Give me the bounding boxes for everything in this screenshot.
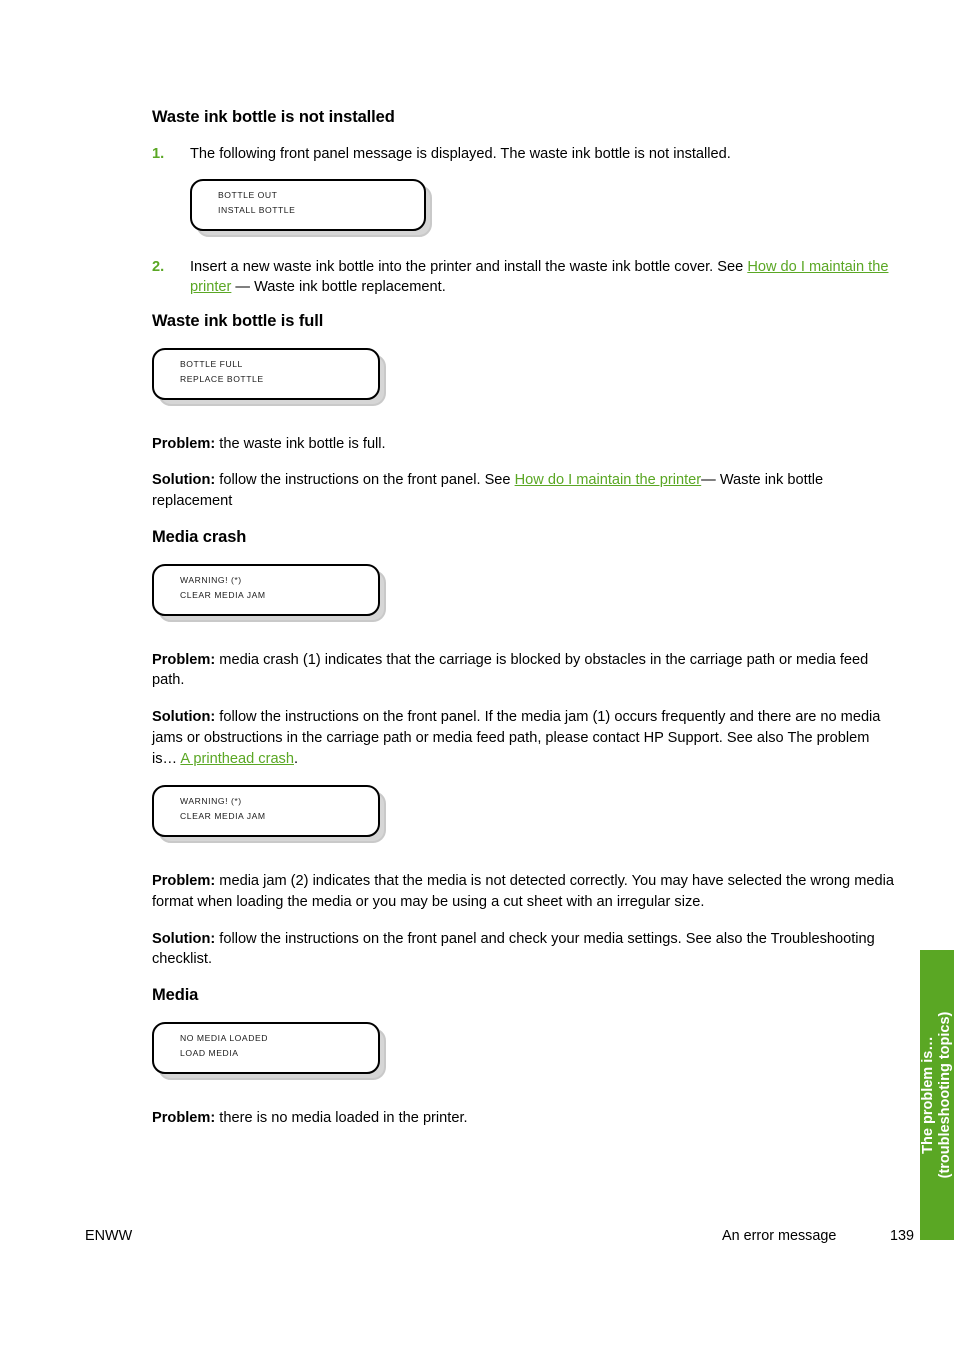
side-tab-line-2: (troubleshooting topics) — [937, 1011, 953, 1179]
problem-text: media jam (2) indicates that the media i… — [152, 873, 894, 911]
front-panel-display-bottle-out: BOTTLE OUT INSTALL BOTTLE — [190, 178, 432, 237]
display-line-1: NO MEDIA LOADED — [180, 1032, 268, 1043]
problem-text: there is no media loaded in the printer. — [215, 1109, 468, 1126]
problem-label: Problem: — [152, 873, 216, 890]
display-line-2: REPLACE BOTTLE — [180, 373, 264, 384]
page-content: Waste ink bottle is not installed 1. The… — [152, 108, 897, 1145]
solution-paragraph: Solution: follow the instructions on the… — [152, 929, 897, 970]
list-item: 1. The following front panel message is … — [152, 144, 897, 165]
section-heading-media: Media — [152, 986, 199, 1005]
front-panel-display-media-jam-1: WARNING! (*) CLEAR MEDIA JAM — [152, 563, 386, 622]
solution-text-prefix: follow the instructions on the front pan… — [152, 930, 875, 968]
side-tab-line-1: The problem is… — [920, 1036, 936, 1154]
link-a-printhead-crash[interactable]: A printhead crash — [180, 751, 294, 767]
solution-label: Solution: — [152, 472, 216, 489]
step-text-prefix: Insert a new waste ink bottle into the p… — [190, 258, 748, 275]
problem-label: Problem: — [152, 435, 216, 452]
problem-paragraph: Problem: there is no media loaded in the… — [152, 1108, 897, 1129]
numbered-step-list: 1. The following front panel message is … — [152, 144, 897, 165]
front-panel-display-media-jam-2: WARNING! (*) CLEAR MEDIA JAM — [152, 785, 386, 844]
problem-paragraph: Problem: media crash (1) indicates that … — [152, 650, 897, 691]
solution-label: Solution: — [152, 709, 216, 726]
chapter-side-tab: The problem is… (troubleshooting topics) — [920, 950, 954, 1240]
solution-paragraph: Solution: follow the instructions on the… — [152, 470, 897, 511]
display-screen: BOTTLE FULL REPLACE BOTTLE — [152, 347, 380, 400]
display-line-1: BOTTLE OUT — [218, 189, 278, 200]
list-item-text: The following front panel message is dis… — [190, 145, 731, 162]
solution-paragraph: Solution: follow the instructions on the… — [152, 707, 897, 769]
problem-paragraph: Problem: the waste ink bottle is full. — [152, 434, 897, 455]
footer-section-title: An error message — [722, 1228, 837, 1244]
display-line-2: CLEAR MEDIA JAM — [180, 589, 266, 600]
display-screen: BOTTLE OUT INSTALL BOTTLE — [190, 178, 426, 231]
problem-paragraph: Problem: media jam (2) indicates that th… — [152, 871, 897, 912]
display-screen: WARNING! (*) CLEAR MEDIA JAM — [152, 785, 380, 838]
display-line-2: INSTALL BOTTLE — [218, 204, 296, 215]
side-tab-text: The problem is… (troubleshooting topics) — [920, 953, 954, 1238]
front-panel-display-no-media: NO MEDIA LOADED LOAD MEDIA — [152, 1021, 386, 1080]
link-how-do-i-maintain-the-printer[interactable]: How do I maintain the printer — [515, 472, 702, 488]
document-page: Waste ink bottle is not installed 1. The… — [0, 0, 954, 1352]
problem-label: Problem: — [152, 1109, 216, 1126]
solution-text-suffix: . — [293, 750, 299, 767]
list-item-text: Insert a new waste ink bottle into the p… — [190, 259, 888, 296]
page-footer: ENWW An error message 139 — [0, 1228, 954, 1252]
page-title: Waste ink bottle is not installed — [152, 108, 395, 126]
display-line-1: BOTTLE FULL — [180, 358, 243, 369]
problem-text: the waste ink bottle is full. — [215, 435, 386, 452]
display-screen: NO MEDIA LOADED LOAD MEDIA — [152, 1021, 380, 1074]
step-text-suffix: — Waste ink bottle replacement. — [231, 279, 446, 296]
problem-text: media crash (1) indicates that the carri… — [152, 651, 869, 689]
display-line-2: CLEAR MEDIA JAM — [180, 811, 266, 822]
problem-label: Problem: — [152, 651, 216, 668]
list-marker: 2. — [152, 258, 165, 275]
section-heading-media-crash: Media crash — [152, 527, 247, 546]
display-line-1: WARNING! (*) — [180, 574, 242, 585]
solution-text-prefix: follow the instructions on the front pan… — [215, 472, 515, 489]
numbered-step-list-2: 2. Insert a new waste ink bottle into th… — [152, 257, 897, 298]
display-line-2: LOAD MEDIA — [180, 1047, 239, 1058]
list-marker: 1. — [152, 145, 165, 162]
footer-locale-code: ENWW — [85, 1228, 133, 1244]
display-line-1: WARNING! (*) — [180, 796, 242, 807]
solution-label: Solution: — [152, 930, 216, 947]
front-panel-display-bottle-full: BOTTLE FULL REPLACE BOTTLE — [152, 347, 386, 406]
list-item: 2. Insert a new waste ink bottle into th… — [152, 257, 897, 298]
section-heading-waste-ink-full: Waste ink bottle is full — [152, 311, 324, 330]
display-screen: WARNING! (*) CLEAR MEDIA JAM — [152, 563, 380, 616]
page-number: 139 — [890, 1228, 915, 1244]
